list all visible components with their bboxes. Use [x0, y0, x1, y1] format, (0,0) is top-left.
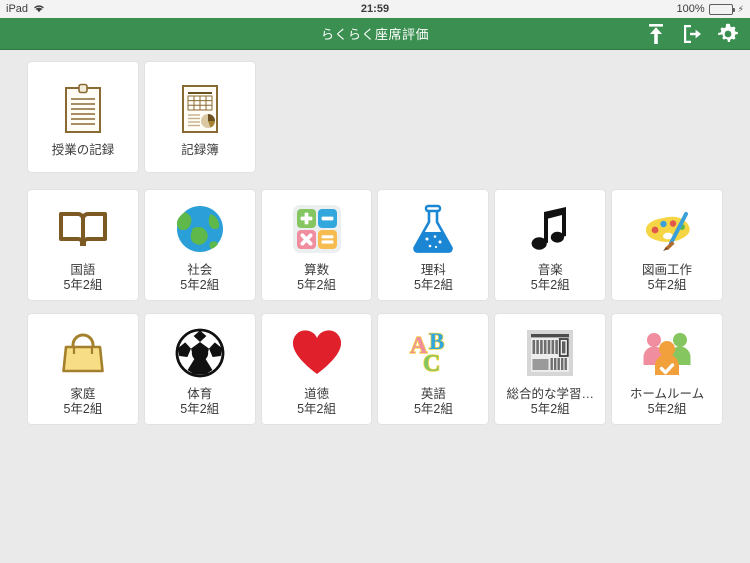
logout-icon[interactable]: [680, 22, 704, 46]
abc-letters-icon: A B C: [405, 325, 461, 381]
lesson-record-icon: [55, 81, 111, 137]
wifi-icon: [33, 3, 45, 16]
tile-sublabel: 5年2組: [63, 402, 103, 416]
tile-homeroom[interactable]: ホームルーム 5年2組: [612, 314, 722, 424]
tile-sublabel: 5年2組: [647, 402, 687, 416]
subjects-row-2: 家庭 5年2組 体育 5年2組 道徳 5年2組 A B C 英語 5年2組 総合…: [0, 314, 750, 424]
handbag-icon: [55, 325, 111, 381]
record-book-icon: [172, 81, 228, 137]
battery-icon: [708, 3, 735, 15]
tile-label: ホームルーム: [629, 387, 705, 401]
music-note-icon: [522, 201, 578, 257]
tile-sublabel: 5年2組: [530, 278, 570, 292]
tile-label: 家庭: [70, 387, 96, 401]
tile-sublabel: 5年2組: [180, 278, 220, 292]
tile-label: 算数: [304, 263, 330, 277]
tile-kokugo[interactable]: 国語 5年2組: [28, 190, 138, 300]
gear-icon[interactable]: [716, 22, 740, 46]
tile-label: 体育: [187, 387, 213, 401]
subjects-row-1: 国語 5年2組 社会 5年2組 算数 5年2組 理科 5年2組 音楽 5年2組 …: [0, 190, 750, 300]
tile-label: 社会: [187, 263, 213, 277]
battery-percent-label: 100%: [676, 3, 705, 15]
tile-sublabel: 5年2組: [530, 402, 570, 416]
heart-icon: [289, 325, 345, 381]
tile-sublabel: 5年2組: [647, 278, 687, 292]
tile-label: 記録簿: [181, 142, 219, 157]
palette-icon: [639, 201, 695, 257]
status-bar-left: iPad: [6, 3, 45, 16]
soccer-ball-icon: [172, 325, 228, 381]
tile-sogotekina-gakushu[interactable]: 総合的な学習… 5年2組: [495, 314, 606, 424]
tile-rika[interactable]: 理科 5年2組: [378, 190, 489, 300]
tile-ongaku[interactable]: 音楽 5年2組: [495, 190, 606, 300]
tile-record-book[interactable]: 記録簿: [145, 62, 255, 172]
tile-label: 音楽: [537, 263, 563, 277]
charging-bolt-icon: ⚡: [737, 3, 744, 14]
open-book-icon: [55, 201, 111, 257]
people-group-icon: [639, 325, 695, 381]
tile-sublabel: 5年2組: [180, 402, 220, 416]
tile-label: 総合的な学習…: [506, 387, 594, 401]
tile-label: 国語: [70, 263, 96, 277]
svg-text:C: C: [423, 351, 440, 377]
tile-lesson-record[interactable]: 授業の記録: [28, 62, 138, 172]
subject-grid: 授業の記録 記録簿 国語 5年2組 社会 5年2組 算数 5年2組 理科 5年2…: [0, 50, 750, 424]
bookshelf-icon: [522, 325, 578, 381]
tile-taiiku[interactable]: 体育 5年2組: [144, 314, 255, 424]
tile-eigo[interactable]: A B C 英語 5年2組: [378, 314, 489, 424]
tile-label: 理科: [420, 263, 446, 277]
tile-sublabel: 5年2組: [297, 278, 337, 292]
status-bar-right: 100% ⚡: [677, 3, 744, 15]
tile-doutoku[interactable]: 道徳 5年2組: [261, 314, 372, 424]
upload-export-icon[interactable]: [644, 22, 668, 46]
globe-icon: [172, 201, 228, 257]
tile-label: 英語: [420, 387, 446, 401]
tile-katei[interactable]: 家庭 5年2組: [28, 314, 138, 424]
tile-sublabel: 5年2組: [63, 278, 103, 292]
flask-icon: [405, 201, 461, 257]
tile-sublabel: 5年2組: [413, 402, 453, 416]
tile-label: 図画工作: [642, 263, 693, 277]
tile-shakai[interactable]: 社会 5年2組: [144, 190, 255, 300]
tile-sansu[interactable]: 算数 5年2組: [261, 190, 372, 300]
status-bar: iPad 21:59 100% ⚡: [0, 0, 750, 18]
tile-sublabel: 5年2組: [297, 402, 337, 416]
tile-zugakosaku[interactable]: 図画工作 5年2組: [612, 190, 722, 300]
records-row: 授業の記録 記録簿: [0, 62, 750, 172]
app-title: らくらく座席評価: [320, 27, 429, 42]
tile-label: 授業の記録: [51, 142, 115, 157]
tile-label: 道徳: [304, 387, 330, 401]
device-name-label: iPad: [6, 3, 29, 15]
navigation-bar: らくらく座席評価: [0, 18, 750, 50]
status-bar-time: 21:59: [360, 3, 390, 15]
tile-sublabel: 5年2組: [413, 278, 453, 292]
nav-actions: [644, 22, 750, 46]
calculator-icon: [289, 201, 345, 257]
